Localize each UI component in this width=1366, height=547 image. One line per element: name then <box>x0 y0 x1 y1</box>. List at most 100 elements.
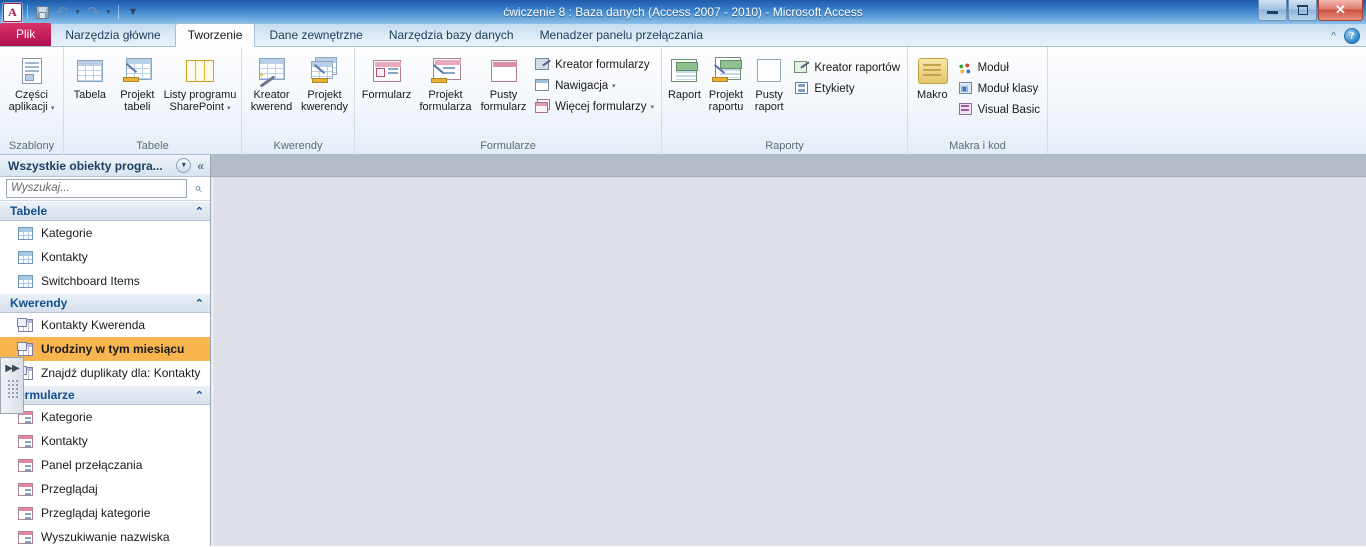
double-chevron-right-icon: ▶▶ <box>5 363 19 374</box>
minimize-button[interactable] <box>1258 0 1287 21</box>
undo-dropdown-icon[interactable]: ▼ <box>73 9 82 16</box>
class-module-button[interactable]: ▣ Moduł klasy <box>955 78 1043 99</box>
blank-form-label: Pusty formularz <box>480 89 527 113</box>
nav-item-przegladaj[interactable]: Przeglądaj <box>0 477 210 501</box>
tab-tworzenie[interactable]: Tworzenie <box>174 23 256 47</box>
shutter-bar-open-close-button[interactable]: ▶▶ <box>0 357 24 414</box>
report-design-button[interactable]: Projekt raportu <box>705 52 747 113</box>
nav-item-label: Znajdź duplikaty dla: Kontakty <box>41 366 201 380</box>
navigation-button[interactable]: Nawigacja ▾ <box>532 75 657 96</box>
minimize-icon <box>1267 11 1278 14</box>
macro-button[interactable]: Makro <box>912 52 953 102</box>
tab-file[interactable]: Plik <box>0 23 52 46</box>
nav-group-header-tabele[interactable]: Tabele ⌃ <box>0 201 210 221</box>
search-input[interactable] <box>6 178 187 198</box>
undo-button[interactable]: ↶ <box>53 3 71 21</box>
save-button[interactable] <box>33 3 51 21</box>
nav-item-switchboard-items-table[interactable]: Switchboard Items <box>0 269 210 293</box>
resize-grip-icon[interactable] <box>6 379 18 399</box>
tab-narzedzia-bazy-danych[interactable]: Narzędzia bazy danych <box>377 24 526 46</box>
blank-form-button[interactable]: Pusty formularz <box>477 52 530 113</box>
navigation-pane: Wszystkie obiekty progra... ▼ « ⌕ Tabele… <box>0 155 211 546</box>
access-app-icon[interactable]: A <box>3 2 22 22</box>
ribbon-group-tabele: Tabela Projekt tabeli Listy programu Sha… <box>63 47 241 155</box>
ribbon-group-raporty-body: Raport Projekt raportu Pusty raport Krea… <box>666 50 903 139</box>
macro-icon <box>916 55 949 87</box>
ribbon-group-label-tabele: Tabele <box>136 140 169 152</box>
restore-icon <box>1297 5 1308 15</box>
collapse-chevron-icon[interactable]: ⌃ <box>195 297 204 310</box>
nav-item-przegladaj-kategorie[interactable]: Przeglądaj kategorie <box>0 501 210 525</box>
labels-button[interactable]: Etykiety <box>791 78 903 99</box>
chevron-down-icon[interactable]: ▼ <box>176 158 192 173</box>
nav-item-label: Przeglądaj <box>41 482 98 496</box>
table-design-button[interactable]: Projekt tabeli <box>114 52 161 113</box>
tab-dane-zewnetrzne[interactable]: Dane zewnętrzne <box>257 24 374 46</box>
save-icon <box>35 5 49 19</box>
formularze-small-buttons: Kreator formularzy Nawigacja ▾ Więcej fo… <box>532 52 657 117</box>
nav-item-urodziny-w-tym-miesiacu[interactable]: Urodziny w tym miesiącu <box>0 337 210 361</box>
redo-dropdown-icon[interactable]: ▼ <box>104 9 113 16</box>
nav-item-kategorie-form[interactable]: Kategorie <box>0 405 210 429</box>
quick-access-toolbar: A ↶ ▼ ↷ ▼ ▼ <box>0 0 142 24</box>
ribbon-group-kwerendy-body: ✦ Kreator kwerend Projekt kwerendy <box>246 50 350 139</box>
ribbon-group-label-makra-i-kod: Makra i kod <box>949 140 1006 152</box>
navigation-pane-header[interactable]: Wszystkie obiekty progra... ▼ « <box>0 155 210 177</box>
restore-button[interactable] <box>1288 0 1317 21</box>
tab-narzedzia-glowne[interactable]: Narzędzia główne <box>53 24 172 46</box>
collapse-chevron-icon[interactable]: ⌃ <box>195 205 204 218</box>
help-icon[interactable]: ? <box>1344 28 1360 44</box>
collapse-ribbon-icon[interactable]: ^ <box>1331 31 1336 42</box>
document-area <box>211 155 1366 546</box>
nav-item-label: Kontakty <box>41 434 88 448</box>
qat-divider-2 <box>118 5 119 19</box>
ribbon-group-makra-i-kod-body: Makro ● ● ● ● Moduł ▣ Moduł klasy Visual… <box>912 50 1043 139</box>
double-chevron-left-icon[interactable]: « <box>195 159 206 173</box>
nav-item-wyszukiwanie-nazwiska[interactable]: Wyszukiwanie nazwiska <box>0 525 210 546</box>
ribbon-group-szablony: Części aplikacji ▾ Szablony <box>0 47 63 155</box>
query-design-button[interactable]: Projekt kwerendy <box>299 52 350 113</box>
nav-item-znajdz-duplikaty-dla-kontakty[interactable]: Znajdź duplikaty dla: Kontakty <box>0 361 210 385</box>
module-button[interactable]: ● ● ● ● Moduł <box>955 57 1043 78</box>
sharepoint-lists-button[interactable]: Listy programu SharePoint ▾ <box>163 52 237 114</box>
form-button[interactable]: Formularz <box>359 52 414 102</box>
tab-menadzer-panelu-przelaczania[interactable]: Menadzer panelu przełączania <box>528 24 715 46</box>
query-wizard-button[interactable]: ✦ Kreator kwerend <box>246 52 297 113</box>
nav-item-kontakty-table[interactable]: Kontakty <box>0 245 210 269</box>
document-surface <box>211 178 1366 546</box>
more-forms-button[interactable]: Więcej formularzy ▾ <box>532 96 657 117</box>
work-area: Wszystkie obiekty progra... ▼ « ⌕ Tabele… <box>0 155 1366 546</box>
report-button[interactable]: Raport <box>666 52 703 102</box>
close-icon: ✕ <box>1335 2 1346 17</box>
module-icon: ● ● ● ● <box>958 59 971 76</box>
ribbon-right-controls: ^ ? <box>1331 28 1360 44</box>
search-icon[interactable]: ⌕ <box>190 180 206 196</box>
sharepoint-lists-label: Listy programu SharePoint ▾ <box>163 89 237 113</box>
table-object-icon <box>18 274 33 288</box>
nav-item-kontakty-form[interactable]: Kontakty <box>0 429 210 453</box>
blank-report-label: Pusty raport <box>754 89 784 113</box>
title-bar: A ↶ ▼ ↷ ▼ ▼ ćwiczenie 8 : Baza danych (A… <box>0 0 1366 24</box>
table-button[interactable]: Tabela <box>68 52 112 102</box>
table-design-icon <box>121 55 153 87</box>
report-wizard-button[interactable]: Kreator raportów <box>791 57 903 78</box>
redo-button[interactable]: ↷ <box>84 3 102 21</box>
nav-item-panel-przelaczania[interactable]: Panel przełączania <box>0 453 210 477</box>
application-parts-button[interactable]: Części aplikacji ▾ <box>4 52 59 114</box>
nav-item-kontakty-kwerenda[interactable]: Kontakty Kwerenda <box>0 313 210 337</box>
collapse-chevron-icon[interactable]: ⌃ <box>195 389 204 402</box>
nav-item-kategorie-table[interactable]: Kategorie <box>0 221 210 245</box>
nav-item-label: Wyszukiwanie nazwiska <box>41 530 170 544</box>
customize-qat-button[interactable]: ▼ <box>124 3 142 21</box>
window-controls: ✕ <box>1258 0 1366 21</box>
nav-group-header-kwerendy[interactable]: Kwerendy ⌃ <box>0 293 210 313</box>
nav-item-label: Urodziny w tym miesiącu <box>41 342 185 356</box>
nav-group-header-formularze[interactable]: Formularze ⌃ <box>0 385 210 405</box>
form-icon <box>371 55 403 87</box>
form-design-button[interactable]: Projekt formularza <box>416 52 475 113</box>
blank-report-button[interactable]: Pusty raport <box>749 52 789 113</box>
close-button[interactable]: ✕ <box>1318 0 1363 21</box>
visual-basic-button[interactable]: Visual Basic <box>955 99 1043 120</box>
form-wizard-button[interactable]: Kreator formularzy <box>532 54 657 75</box>
chevron-down-icon: ▾ <box>50 104 55 112</box>
